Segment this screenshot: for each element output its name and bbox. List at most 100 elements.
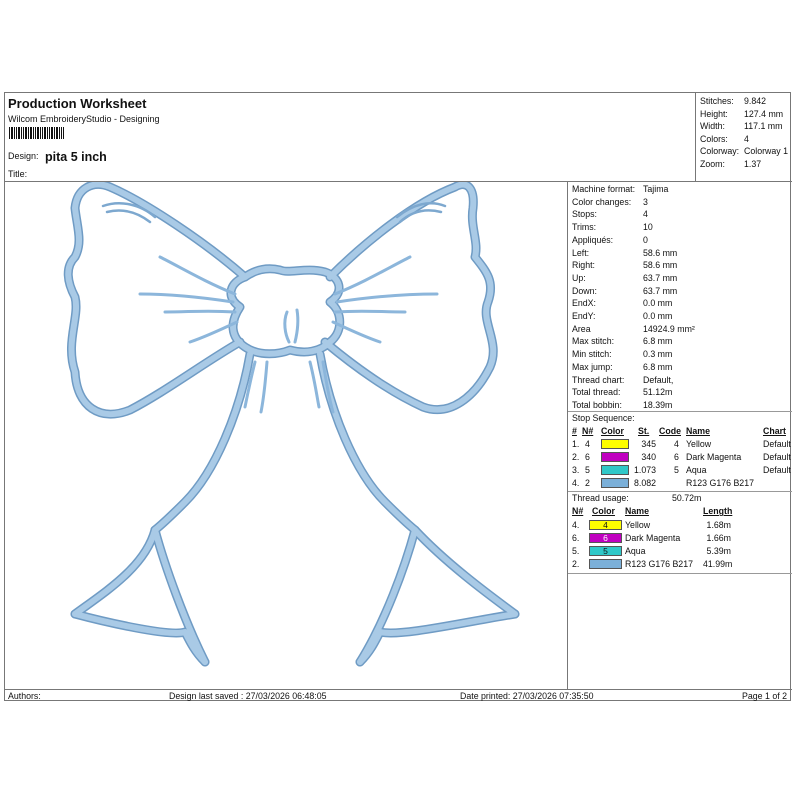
info-key: Right: [572,260,595,271]
col-header-n: N# [572,506,584,516]
section-divider [568,411,792,412]
info-row: Trims: 10 [572,221,792,234]
thread-name: Yellow [625,520,651,530]
stat-key: Height: [700,108,728,119]
col-header-st: St. [638,426,650,436]
info-value: 18.39m [643,399,673,410]
info-value: 14924.9 mm² [643,323,695,334]
authors-label: Authors: [8,691,41,701]
thread-length: 41.99m [703,559,733,569]
thread-usage-title: Thread usage: [572,493,629,503]
color-swatch: 4 [589,520,622,530]
stop-name: R123 G176 B217 [686,478,754,488]
stat-value: 127.4 mm [744,108,784,119]
stop-stitches: 345 [641,439,656,449]
col-header-color: Color [592,506,615,516]
thread-length: 1.66m [706,533,731,543]
title-label: Title: [8,169,28,179]
stop-num: 4. [572,478,580,488]
stat-width: Width: 117.1 mm [700,120,794,132]
col-header-num: # [572,426,577,436]
stop-code: 4 [674,439,679,449]
printed-date: Date printed: 27/03/2026 07:35:50 [460,691,594,701]
thread-length: 5.39m [706,546,731,556]
stat-value: 117.1 mm [744,121,783,131]
color-swatch: 6 [589,533,622,543]
info-row: Total thread: 51.12m [572,386,792,399]
bow-embroidery-image [63,180,520,667]
info-row: Max jump: 6.8 mm [572,361,792,374]
info-value: 6.8 mm [643,336,673,347]
info-key: Stops: [572,209,597,220]
info-value: 10 [643,222,653,233]
info-key: Machine format: [572,184,636,194]
info-row: EndY: 0.0 mm [572,310,792,323]
info-key: Max jump: [572,361,613,372]
design-preview [5,180,567,689]
design-stats: Stitches: 9.842 Height: 127.4 mm Width: 117… [695,93,792,181]
stop-stitches: 8.082 [633,478,656,488]
page-number: Page 1 of 2 [742,691,787,701]
stop-n: 5 [585,465,590,475]
thread-name: Dark Magenta [625,533,681,543]
stat-key: Stitches: [700,96,734,106]
info-key: Thread chart: [572,374,625,385]
info-row: EndX: 0.0 mm [572,297,792,310]
color-swatch [601,452,629,462]
stat-colorway: Colorway: Colorway 1 [700,145,794,157]
stat-key: Colors: [700,133,728,144]
stat-zoom: Zoom: 1.37 [700,158,794,170]
stop-stitches: 1.073 [633,465,656,475]
design-label: Design: [8,151,39,161]
stat-key: Zoom: [700,158,725,169]
section-divider [568,573,792,574]
color-swatch [601,465,629,475]
info-value: 6.8 mm [643,361,673,372]
thread-n: 5. [572,546,580,556]
info-key: Appliqués: [572,234,614,245]
thread-usage-total: 50.72m [672,493,702,503]
stop-num: 3. [572,465,580,475]
col-header-name: Name [625,506,649,516]
color-swatch [601,478,629,488]
info-value: Tajima [643,184,669,194]
col-header-chart: Chart [763,426,786,436]
info-key: Total bobbin: [572,399,622,410]
info-row: Min stitch: 0.3 mm [572,348,792,361]
info-row: Total bobbin: 18.39m [572,399,792,412]
info-row: Stops: 4 [572,208,792,221]
info-key: Total thread: [572,387,621,398]
info-key: Up: [572,272,586,283]
info-row: Right: 58.6 mm [572,259,792,272]
info-value: 63.7 mm [643,285,678,296]
info-value: 4 [643,209,648,220]
info-key: Max stitch: [572,336,615,347]
worksheet-title: Production Worksheet [8,96,147,111]
stat-stitches: Stitches: 9.842 [700,95,794,107]
stat-key: Width: [700,121,725,131]
stop-n: 6 [585,452,590,462]
stop-name: Dark Magenta [686,452,742,462]
worksheet-footer: Authors: Design last saved : 27/03/2026 … [5,689,792,702]
info-value: 0.0 mm [643,311,673,321]
software-name: Wilcom EmbroideryStudio - Designing [8,114,160,124]
stop-code: 5 [674,465,679,475]
stop-chart: Default [763,465,791,475]
col-header-name: Name [686,426,710,436]
info-value: 0.0 mm [643,298,673,309]
thread-n: 2. [572,559,580,569]
info-row: Machine format: Tajima [572,183,792,196]
info-row: Left: 58.6 mm [572,247,792,260]
production-worksheet: Production Worksheet Wilcom EmbroiderySt… [4,92,792,702]
info-value: 58.6 mm [643,247,678,258]
stat-value: 4 [744,133,749,144]
stop-chart: Default [763,452,791,462]
info-value: 63.7 mm [643,272,678,283]
col-header-code: Code [659,426,681,436]
info-row: Appliqués: 0 [572,234,792,247]
stop-n: 2 [585,478,590,488]
stat-value: Colorway 1 [744,146,789,156]
stop-sequence-title: Stop Sequence: [572,413,635,423]
thread-n: 4. [572,520,580,530]
color-swatch: 5 [589,546,622,556]
